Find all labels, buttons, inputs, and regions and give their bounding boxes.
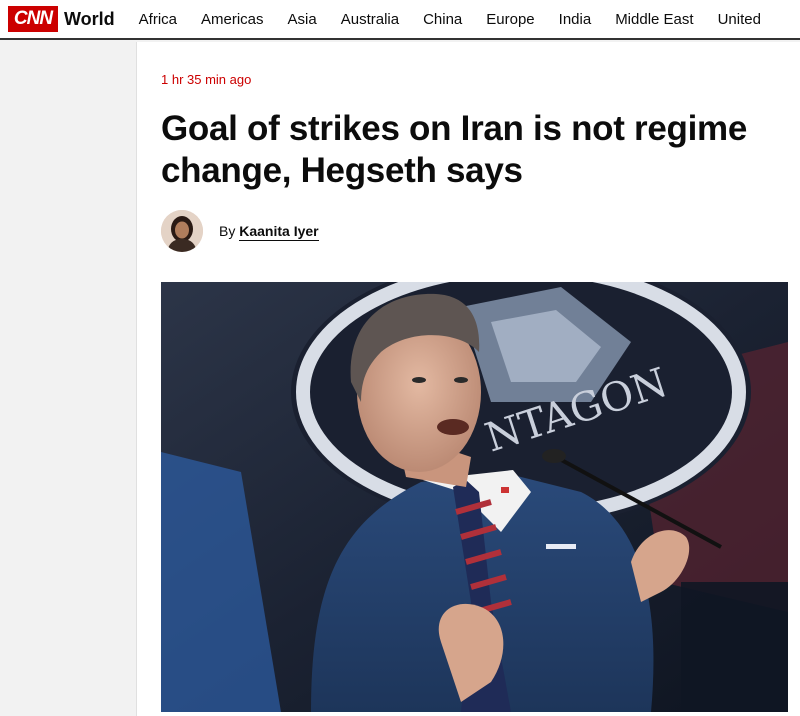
nav-item-united[interactable]: United xyxy=(718,11,761,28)
nav-item-middle-east[interactable]: Middle East xyxy=(615,11,693,28)
hero-photo: NTAGON xyxy=(161,282,788,712)
byline-prefix: By xyxy=(219,223,236,239)
article-container: 1 hr 35 min ago Goal of strikes on Iran … xyxy=(136,42,800,716)
nav-item-europe[interactable]: Europe xyxy=(486,11,534,28)
cnn-logo: CNN xyxy=(8,6,58,32)
nav-item-india[interactable]: India xyxy=(559,11,592,28)
author-link[interactable]: Kaanita Iyer xyxy=(239,223,319,241)
cnn-logo-link[interactable]: CNN World xyxy=(8,6,115,32)
nav-list: Africa Americas Asia Australia China Eur… xyxy=(139,11,785,28)
nav-item-china[interactable]: China xyxy=(423,11,462,28)
byline: By Kaanita Iyer xyxy=(161,210,319,252)
nav-item-americas[interactable]: Americas xyxy=(201,11,264,28)
byline-text: By Kaanita Iyer xyxy=(219,223,319,241)
article-timestamp: 1 hr 35 min ago xyxy=(161,72,252,87)
author-avatar[interactable] xyxy=(161,210,203,252)
top-navigation: CNN World Africa Americas Asia Australia… xyxy=(0,0,800,40)
hero-image[interactable]: NTAGON xyxy=(161,282,788,712)
nav-item-africa[interactable]: Africa xyxy=(139,11,177,28)
author-avatar-image xyxy=(161,210,203,252)
cnn-logo-text: CNN xyxy=(13,8,53,29)
nav-item-australia[interactable]: Australia xyxy=(341,11,399,28)
section-title[interactable]: World xyxy=(64,9,115,30)
left-gutter xyxy=(0,42,136,716)
article-headline: Goal of strikes on Iran is not regime ch… xyxy=(161,109,747,190)
nav-item-asia[interactable]: Asia xyxy=(288,11,317,28)
